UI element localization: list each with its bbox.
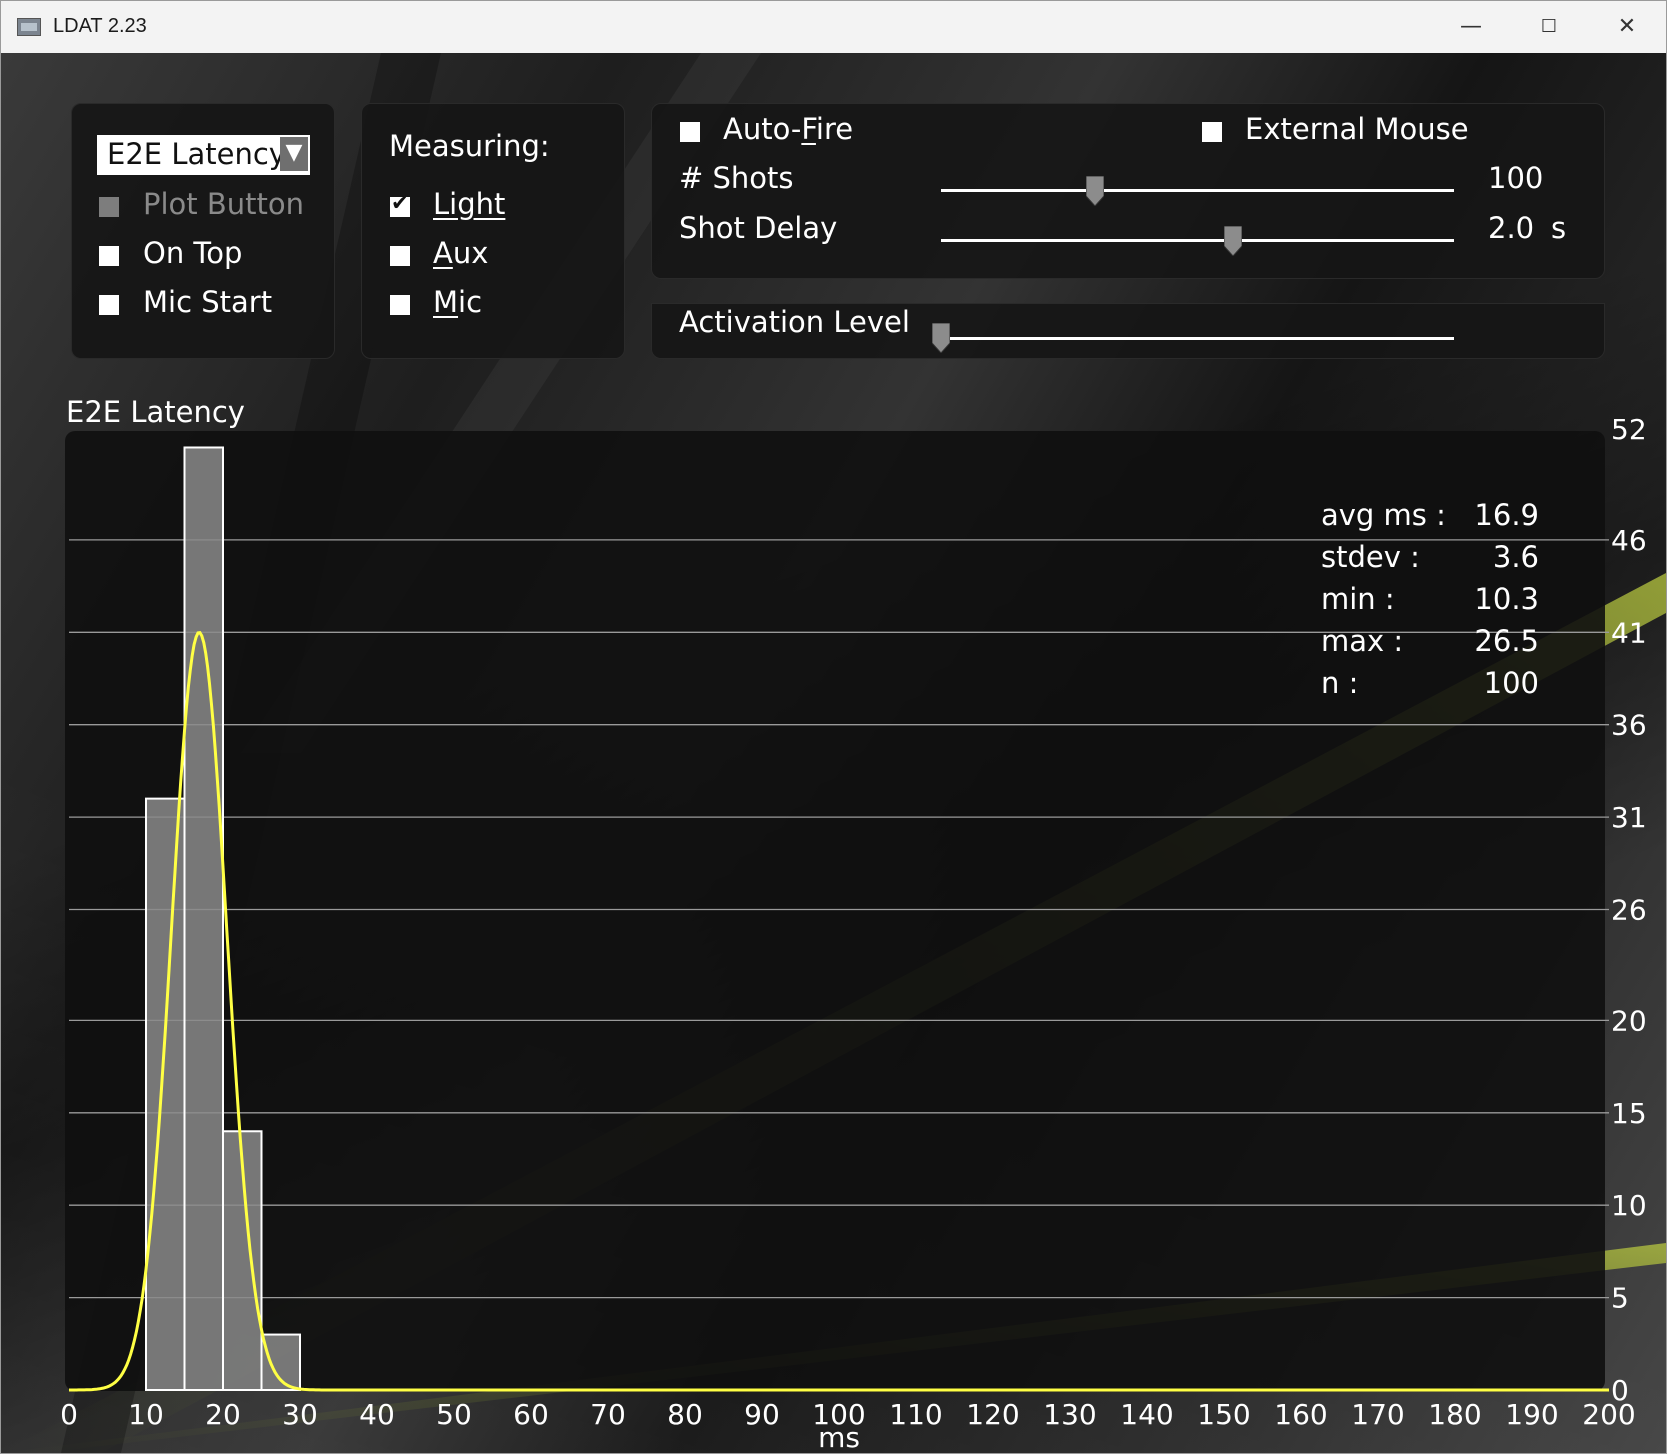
y-tick-label: 15 [1611,1097,1647,1130]
stat-value: 16.9 [1474,498,1539,532]
x-tick-label: 60 [513,1398,549,1431]
stat-value: 26.5 [1474,624,1539,658]
stat-label: n : [1321,666,1358,700]
x-tick-label: 80 [667,1398,703,1431]
x-tick-label: 50 [436,1398,472,1431]
y-tick-label: 52 [1611,413,1647,446]
x-tick-label: 140 [1120,1398,1173,1431]
normal-fit-curve [69,630,1609,1392]
close-button[interactable]: ✕ [1587,1,1666,53]
x-tick-label: 170 [1351,1398,1404,1431]
histogram-bar [183,446,224,1391]
x-tick-label: 40 [359,1398,395,1431]
minimize-button[interactable]: — [1431,1,1511,53]
stat-label: stdev : [1321,540,1420,574]
x-tick-label: 10 [128,1398,164,1431]
y-tick-label: 36 [1611,709,1647,742]
x-tick-label: 0 [60,1398,78,1431]
x-tick-label: 180 [1428,1398,1481,1431]
x-tick-label: 120 [966,1398,1019,1431]
stat-label: avg ms : [1321,498,1446,532]
x-tick-label: 150 [1197,1398,1250,1431]
x-axis-label: ms [818,1421,860,1453]
x-tick-label: 190 [1505,1398,1558,1431]
maximize-button[interactable]: ☐ [1509,1,1589,53]
y-tick-label: 41 [1611,616,1647,649]
window-title: LDAT 2.23 [53,15,147,37]
y-tick-label: 26 [1611,894,1647,927]
stat-label: min : [1321,582,1395,616]
y-tick-label: 5 [1611,1282,1629,1315]
y-tick-label: 10 [1611,1189,1647,1222]
x-tick-label: 160 [1274,1398,1327,1431]
ldat-window: LDAT 2.23 — ☐ ✕ E2E Latency ▼ Plot Butto… [0,0,1667,1454]
histogram-bar [145,797,186,1391]
y-tick-label: 20 [1611,1004,1647,1037]
x-tick-label: 130 [1043,1398,1096,1431]
title-bar: LDAT 2.23 — ☐ ✕ [1,1,1666,53]
y-tick-label: 31 [1611,801,1647,834]
x-tick-label: 20 [205,1398,241,1431]
latency-histogram: 051015202631364146520 10 20 30 40 50 60 70 80 90 1… [60,413,1647,1453]
app-icon [17,18,41,36]
stat-label: max : [1321,624,1403,658]
client-area: E2E Latency ▼ Plot Button On Top Mic Sta… [1,53,1666,1453]
x-tick-label: 90 [744,1398,780,1431]
x-tick-label: 30 [282,1398,318,1431]
stat-value: 3.6 [1493,540,1539,574]
stat-value: 10.3 [1474,582,1539,616]
y-tick-label: 46 [1611,524,1647,557]
x-tick-label: 110 [889,1398,942,1431]
x-tick-label: 200 [1582,1398,1635,1431]
x-tick-label: 70 [590,1398,626,1431]
stat-value: 100 [1484,666,1539,700]
